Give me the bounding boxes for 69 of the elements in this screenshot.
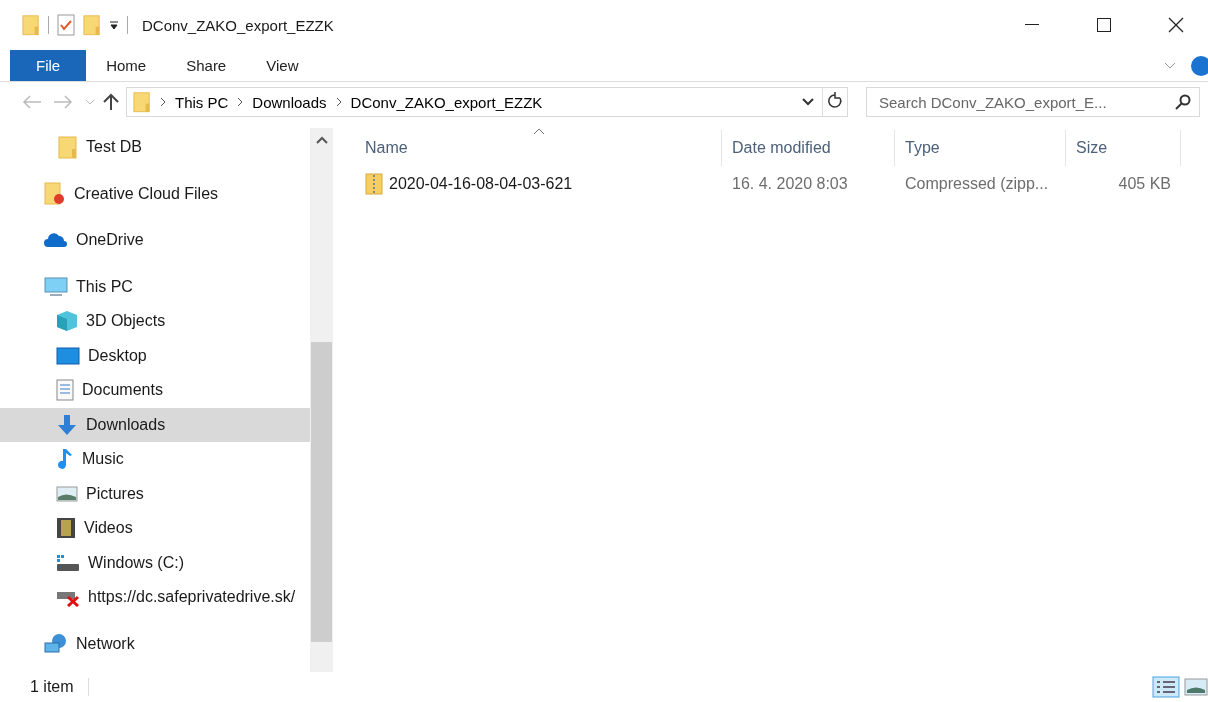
up-arrow-icon[interactable] bbox=[102, 93, 120, 111]
sidebar-item[interactable]: Network bbox=[0, 626, 310, 661]
sidebar-item[interactable]: OneDrive bbox=[0, 223, 310, 258]
folder-icon bbox=[133, 91, 151, 113]
sort-ascending-icon bbox=[533, 128, 545, 135]
ribbon-tab[interactable]: File bbox=[10, 50, 87, 81]
cloud-icon bbox=[44, 233, 68, 248]
maximize-icon bbox=[1097, 18, 1111, 32]
file-name-cell[interactable]: 2020-04-16-08-04-03-621 bbox=[355, 173, 722, 195]
search-icon bbox=[1175, 94, 1191, 110]
zip-folder-icon bbox=[365, 173, 383, 195]
film-icon bbox=[56, 517, 76, 540]
picture-icon bbox=[56, 485, 78, 502]
breadcrumb[interactable]: Downloads bbox=[252, 93, 327, 111]
table-cell-text: 16. 4. 2020 8:03 bbox=[731, 175, 849, 193]
download-arrow-icon bbox=[56, 413, 78, 436]
column-header[interactable]: Date modified bbox=[722, 130, 895, 166]
item-count: 1 item bbox=[30, 678, 89, 696]
sidebar-item[interactable]: https://dc.safeprivatedrive.sk/ bbox=[0, 580, 310, 615]
sidebar-item[interactable]: Pictures bbox=[0, 476, 310, 511]
breadcrumb[interactable]: DConv_ZAKO_export_EZZK bbox=[350, 93, 543, 111]
drive-icon bbox=[56, 553, 80, 572]
dropdown-icon[interactable] bbox=[109, 20, 119, 30]
sidebar-item[interactable]: Desktop bbox=[0, 338, 310, 373]
sidebar-item[interactable]: Music bbox=[0, 442, 310, 477]
sidebar-item[interactable]: Documents bbox=[0, 373, 310, 408]
computer-icon bbox=[44, 276, 68, 297]
sidebar-item[interactable]: Videos bbox=[0, 511, 310, 546]
ribbon-tab[interactable]: Home bbox=[86, 50, 167, 81]
network-icon bbox=[44, 632, 68, 655]
large-icons-view-icon[interactable] bbox=[1184, 678, 1208, 696]
chevron-icon bbox=[236, 97, 245, 107]
sidebar-item[interactable]: Creative Cloud Files bbox=[0, 176, 310, 211]
breadcrumb[interactable]: This PC bbox=[175, 93, 229, 111]
properties-icon[interactable] bbox=[57, 14, 75, 36]
document-icon bbox=[56, 379, 74, 402]
sidebar-item[interactable]: Downloads bbox=[0, 407, 310, 442]
table-cell-text: Compressed (zipp... bbox=[904, 175, 1050, 193]
new-folder-icon bbox=[83, 14, 101, 36]
cube-icon bbox=[56, 310, 78, 333]
sidebar-item[interactable]: Windows (C:) bbox=[0, 545, 310, 580]
folder-icon bbox=[22, 14, 40, 36]
table-cell-text: 405 KB bbox=[1117, 175, 1172, 193]
ribbon-tab[interactable]: View bbox=[246, 50, 319, 81]
search-field[interactable]: Search DConv_ZAKO_export_E... bbox=[866, 87, 1200, 117]
sidebar-item[interactable]: This PC bbox=[0, 269, 310, 304]
sidebar-item[interactable]: Test DB bbox=[0, 130, 310, 165]
ribbon-tab[interactable]: Share bbox=[166, 50, 247, 81]
monitor-icon bbox=[56, 346, 80, 365]
chevron-icon bbox=[334, 97, 343, 107]
address-bar[interactable]: This PC Downloads DConv_ZAKO_export_EZZK bbox=[126, 87, 848, 117]
expand-ribbon-icon[interactable] bbox=[1164, 61, 1176, 70]
recent-dropdown-icon[interactable] bbox=[84, 98, 96, 106]
window-title: DConv_ZAKO_export_EZZK bbox=[142, 16, 335, 34]
folder-icon bbox=[58, 135, 78, 160]
details-view-icon[interactable] bbox=[1152, 676, 1180, 698]
column-header[interactable]: Size bbox=[1066, 130, 1181, 166]
address-dropdown-icon[interactable] bbox=[802, 98, 814, 106]
sidebar-item[interactable]: 3D Objects bbox=[0, 304, 310, 339]
column-header[interactable]: Name bbox=[355, 130, 722, 166]
music-note-icon bbox=[56, 448, 74, 471]
scroll-up-icon[interactable] bbox=[315, 136, 328, 144]
close-icon bbox=[1168, 17, 1184, 33]
back-arrow-icon[interactable] bbox=[22, 95, 42, 109]
cloud-folder-icon bbox=[44, 181, 66, 206]
column-header[interactable]: Type bbox=[895, 130, 1066, 166]
chevron-icon bbox=[159, 97, 167, 107]
scrollbar-thumb[interactable] bbox=[311, 342, 332, 642]
minimize-icon bbox=[1025, 24, 1039, 26]
